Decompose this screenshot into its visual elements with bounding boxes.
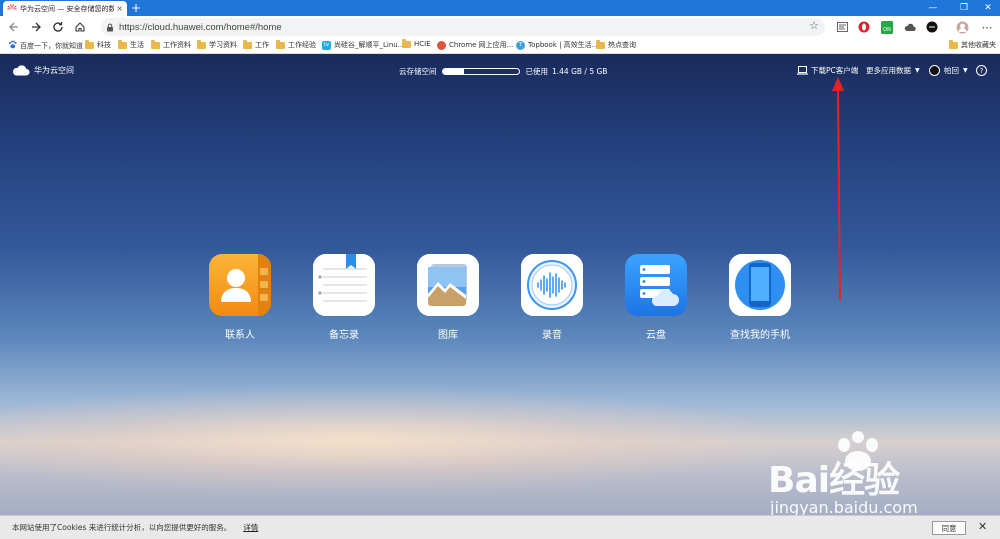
bookmark-label: 工作资料 (163, 41, 191, 49)
chrome-store-icon (437, 40, 446, 50)
maximize-button[interactable]: ❐ (952, 0, 976, 16)
arrow-right-icon (32, 22, 41, 32)
cookie-text: 本网站使用了Cookies 来进行统计分析，以向您提供更好的服务。 (12, 523, 232, 532)
home-icon (75, 22, 85, 32)
on-extension-icon[interactable]: ON (880, 20, 894, 34)
chat-extension-icon[interactable] (925, 20, 939, 34)
bookmark-label: 工作经验 (288, 41, 316, 49)
home-button[interactable] (69, 16, 91, 38)
bookmarks-bar: 百度一下，你就知道 科技 生活 工作资料 学习资料 工作 工作经验 tv 尚硅谷_… (0, 38, 1000, 54)
folder-icon (118, 39, 127, 49)
reading-list-icon[interactable] (835, 20, 849, 34)
cookie-agree-button[interactable]: 同意 (932, 521, 966, 535)
bookmark-label: Chrome 网上应用... (449, 41, 514, 49)
svg-text:ON: ON (883, 27, 891, 33)
favorite-star-icon[interactable]: ☆ (809, 19, 819, 32)
refresh-icon (53, 22, 63, 32)
bookmark-folder[interactable]: 工作经验 (276, 39, 316, 50)
watermark-brand: Bai经验 (768, 460, 900, 501)
folder-icon (151, 39, 160, 49)
bookmark-label: 百度一下，你就知道 (20, 41, 83, 50)
bookmark-folder[interactable]: 工作 (243, 39, 269, 50)
bookmark-label: 学习资料 (209, 41, 237, 49)
bookmark-folder[interactable]: HCIE (402, 38, 431, 48)
bookmark-folder[interactable]: 科技 (85, 39, 111, 50)
bookmark-item[interactable]: Chrome 网上应用... (437, 40, 513, 50)
folder-icon (276, 39, 285, 49)
cookie-close-icon[interactable]: ✕ (978, 520, 987, 533)
bookmark-item[interactable]: T Topbook | 高效生活... (516, 40, 598, 50)
arrow-left-icon (9, 22, 18, 32)
url-text: https://cloud.huawei.com/home#/home (119, 21, 282, 33)
folder-icon (596, 39, 605, 49)
tab-title: 华为云空间 — 安全存储您的数据 (20, 4, 115, 13)
folder-icon (85, 39, 94, 49)
folder-icon (949, 39, 958, 49)
baidu-jingyan-watermark: Bai经验 jingyan.baidu.com (752, 431, 982, 521)
folder-icon (243, 39, 252, 49)
minimize-button[interactable]: — (921, 0, 945, 16)
tab-close-icon[interactable]: × (116, 4, 123, 13)
bookmark-folder[interactable]: 工作资料 (151, 39, 191, 50)
huawei-favicon-icon (7, 3, 17, 14)
cookie-banner: 本网站使用了Cookies 来进行统计分析，以向您提供更好的服务。 详情 同意 … (0, 515, 1000, 539)
bookmark-folder[interactable]: 热点查询 (596, 39, 636, 50)
other-bookmarks-folder[interactable]: 其他收藏夹 (949, 39, 996, 50)
new-tab-button[interactable]: + (131, 1, 141, 15)
bookmark-label: 其他收藏夹 (961, 41, 996, 49)
bookmark-item[interactable]: tv 尚硅谷_解顺平_Linu... (322, 40, 404, 50)
browser-toolbar: https://cloud.huawei.com/home#/home ☆ ON… (0, 16, 1000, 38)
bilibili-icon: tv (322, 40, 331, 50)
forward-button[interactable] (25, 16, 47, 38)
bookmark-folder[interactable]: 生活 (118, 39, 144, 50)
huawei-cloud-page: 华为云空间 云存储空间 已使用 1.44 GB / 5 GB 下载PC客户端 更… (0, 55, 1000, 539)
close-window-button[interactable]: ✕ (976, 0, 1000, 16)
folder-icon (402, 38, 411, 48)
bookmark-label: Topbook | 高效生活... (528, 41, 599, 49)
bookmark-label: 热点查询 (608, 41, 636, 49)
bookmark-label: 生活 (130, 41, 144, 49)
folder-icon (197, 39, 206, 49)
more-menu-icon[interactable]: ⋯ (980, 20, 994, 34)
reload-button[interactable] (47, 16, 69, 38)
lock-icon (101, 23, 119, 32)
bookmark-folder[interactable]: 学习资料 (197, 39, 237, 50)
browser-tab[interactable]: 华为云空间 — 安全存储您的数据 × (3, 1, 127, 16)
address-bar[interactable]: https://cloud.huawei.com/home#/home ☆ (101, 18, 825, 36)
bookmark-label: 工作 (255, 41, 269, 49)
bookmark-label: 尚硅谷_解顺平_Linu... (334, 41, 405, 49)
back-button[interactable] (3, 16, 25, 38)
cookie-details-link[interactable]: 详情 (243, 522, 258, 533)
browser-titlebar: 华为云空间 — 安全存储您的数据 × + — ❐ ✕ (0, 0, 1000, 16)
opera-extension-icon[interactable] (857, 20, 871, 34)
profile-avatar-icon[interactable] (955, 20, 969, 34)
bookmark-item[interactable]: 百度一下，你就知道 (8, 40, 83, 51)
cloud-extension-icon[interactable] (903, 20, 917, 34)
bookmark-label: 科技 (97, 41, 111, 49)
paw-icon (8, 40, 17, 51)
topbook-icon: T (516, 40, 525, 50)
bookmark-label: HCIE (414, 40, 431, 48)
